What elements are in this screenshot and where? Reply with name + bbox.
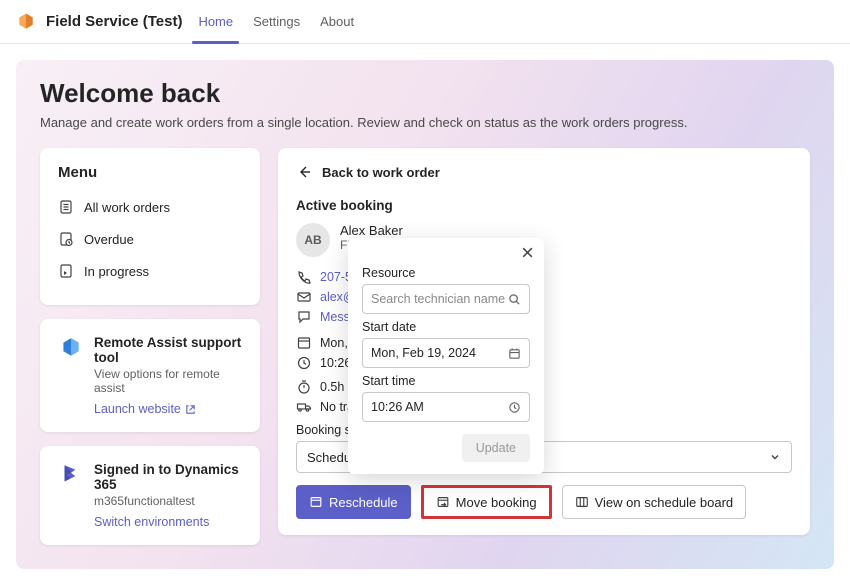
- person-name: Alex Baker: [340, 223, 403, 238]
- hexagon-icon: [58, 335, 84, 361]
- calendar-move-icon: [436, 495, 450, 509]
- chat-icon: [296, 309, 312, 325]
- clipboard-arrow-icon: [58, 263, 74, 279]
- avatar: AB: [296, 223, 330, 257]
- dynamics-icon: [58, 462, 84, 488]
- startdate-input[interactable]: Mon, Feb 19, 2024: [362, 338, 530, 368]
- resource-label: Resource: [362, 266, 530, 280]
- mail-icon: [296, 289, 312, 305]
- page-subtitle: Manage and create work orders from a sin…: [40, 115, 810, 130]
- hero: Welcome back Manage and create work orde…: [16, 60, 834, 569]
- clock-icon: [508, 401, 521, 414]
- tab-about[interactable]: About: [316, 0, 358, 43]
- section-title: Active booking: [296, 198, 792, 213]
- app-icon: [16, 12, 36, 32]
- arrow-left-icon: [296, 164, 312, 180]
- detail-card: Back to work order Active booking AB Ale…: [278, 148, 810, 535]
- menu-label: All work orders: [84, 200, 170, 215]
- close-icon[interactable]: [521, 246, 534, 262]
- calendar-icon: [508, 347, 521, 360]
- side-column: Menu All work orders Overdue: [40, 148, 260, 545]
- clipboard-clock-icon: [58, 231, 74, 247]
- startdate-label: Start date: [362, 320, 530, 334]
- back-label: Back to work order: [322, 165, 440, 180]
- menu-label: Overdue: [84, 232, 134, 247]
- calendar-icon: [296, 335, 312, 351]
- board-icon: [575, 495, 589, 509]
- launch-website-link[interactable]: Launch website: [94, 402, 196, 416]
- remote-assist-tile: Remote Assist support tool View options …: [40, 319, 260, 432]
- tabs: Home Settings About: [194, 0, 358, 43]
- menu-overdue[interactable]: Overdue: [58, 225, 242, 257]
- tile-subtitle: m365functionaltest: [94, 494, 242, 508]
- topbar: Field Service (Test) Home Settings About: [0, 0, 850, 44]
- clipboard-list-icon: [58, 199, 74, 215]
- clock-icon: [296, 355, 312, 371]
- starttime-label: Start time: [362, 374, 530, 388]
- action-row: Reschedule Move booking View on schedule…: [296, 485, 792, 519]
- tile-title: Signed in to Dynamics 365: [94, 462, 242, 492]
- signed-in-tile: Signed in to Dynamics 365 m365functional…: [40, 446, 260, 545]
- update-button[interactable]: Update: [462, 434, 530, 462]
- starttime-input[interactable]: 10:26 AM: [362, 392, 530, 422]
- tile-title: Remote Assist support tool: [94, 335, 242, 365]
- page-body: Welcome back Manage and create work orde…: [0, 44, 850, 585]
- tile-subtitle: View options for remote assist: [94, 367, 242, 395]
- back-link[interactable]: Back to work order: [296, 164, 792, 180]
- reschedule-button[interactable]: Reschedule: [296, 485, 411, 519]
- tab-settings[interactable]: Settings: [249, 0, 304, 43]
- menu-heading: Menu: [58, 164, 242, 181]
- phone-icon: [296, 269, 312, 285]
- search-icon: [508, 293, 521, 306]
- page-title: Welcome back: [40, 78, 810, 109]
- menu-card: Menu All work orders Overdue: [40, 148, 260, 305]
- menu-all-work-orders[interactable]: All work orders: [58, 193, 242, 225]
- resource-search-input[interactable]: Search technician name: [362, 284, 530, 314]
- move-booking-popover: Resource Search technician name Start da…: [348, 238, 544, 474]
- calendar-edit-icon: [309, 495, 323, 509]
- chevron-down-icon: [769, 451, 781, 463]
- move-booking-button[interactable]: Move booking: [421, 485, 552, 519]
- menu-label: In progress: [84, 264, 149, 279]
- truck-icon: [296, 399, 312, 415]
- open-external-icon: [185, 404, 196, 415]
- view-schedule-board-button[interactable]: View on schedule board: [562, 485, 747, 519]
- app-title: Field Service (Test): [46, 13, 182, 30]
- menu-in-progress[interactable]: In progress: [58, 257, 242, 289]
- select-value: Schedul: [307, 450, 354, 465]
- timer-icon: [296, 379, 312, 395]
- switch-environments-link[interactable]: Switch environments: [94, 515, 209, 529]
- tab-home[interactable]: Home: [194, 0, 237, 43]
